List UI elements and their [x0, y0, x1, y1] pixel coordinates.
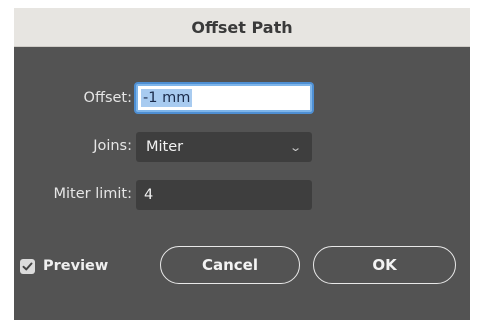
miter-limit-label: Miter limit: — [53, 186, 133, 202]
miter-limit-value: 4 — [144, 187, 154, 203]
checkmark-icon — [22, 262, 33, 270]
offset-input[interactable]: -1 mm — [136, 84, 312, 112]
joins-label: Joins: — [93, 138, 132, 154]
dialog-titlebar[interactable]: Offset Path — [14, 8, 470, 47]
ok-button[interactable]: OK — [313, 246, 456, 284]
offset-path-dialog: Offset Path Offset: -1 mm Joins: Miter ⌄… — [14, 8, 470, 320]
joins-value: Miter — [146, 139, 184, 155]
offset-label: Offset: — [83, 90, 132, 106]
cancel-button[interactable]: Cancel — [160, 246, 300, 284]
miter-limit-input[interactable]: 4 — [136, 180, 312, 210]
joins-select[interactable]: Miter ⌄ — [136, 132, 312, 162]
chevron-down-icon: ⌄ — [288, 140, 302, 154]
offset-value: -1 mm — [141, 89, 193, 107]
preview-checkbox-row[interactable]: Preview — [20, 258, 108, 274]
preview-label: Preview — [43, 258, 109, 274]
dialog-title: Offset Path — [191, 17, 293, 37]
preview-checkbox[interactable] — [20, 258, 35, 274]
